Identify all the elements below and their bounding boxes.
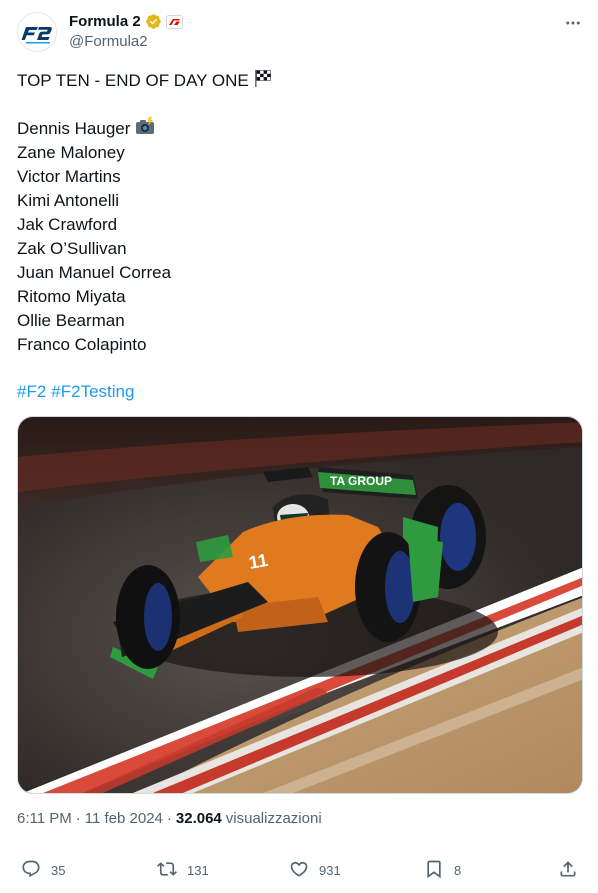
meta-separator: · <box>75 810 81 827</box>
bookmark-icon <box>424 859 444 882</box>
like-button[interactable]: 931 <box>289 852 341 888</box>
driver-name: Ritomo Miyata <box>17 287 126 306</box>
hashtags: #F2 #F2Testing <box>17 380 134 404</box>
author-name-row: Formula 2 <box>69 13 183 30</box>
tweet-heading-line: TOP TEN - END OF DAY ONE <box>17 69 577 93</box>
verified-badge-icon[interactable] <box>145 13 162 30</box>
driver-item: Jak Crawford <box>17 213 577 237</box>
rear-wing-sponsor-text: TA GROUP <box>330 474 392 488</box>
action-bar: 35 131 931 8 <box>0 852 598 888</box>
race-car-photo: TA GROUP 11 <box>18 417 582 793</box>
car-number: 11 <box>247 550 269 573</box>
repost-button[interactable]: 131 <box>157 852 209 888</box>
driver-name: Zak O’Sullivan <box>17 239 127 258</box>
bookmark-count: 8 <box>454 862 462 878</box>
driver-name: Zane Maloney <box>17 143 125 162</box>
share-button[interactable] <box>558 852 578 888</box>
driver-name: Dennis Hauger <box>17 119 131 138</box>
driver-item: Kimi Antonelli <box>17 189 577 213</box>
tweet-meta: 6:11 PM · 11 feb 2024 · 32.064 visualizz… <box>17 810 322 827</box>
repost-count: 131 <box>187 862 209 878</box>
hashtag-link[interactable]: #F2 <box>17 380 46 404</box>
reply-count: 35 <box>51 862 66 878</box>
driver-name: Franco Colapinto <box>17 335 147 354</box>
more-options-icon[interactable] <box>562 12 584 34</box>
driver-name: Juan Manuel Correa <box>17 263 172 282</box>
share-icon <box>558 859 578 882</box>
chequered-flag-icon <box>253 68 273 95</box>
author-handle[interactable]: @Formula2 <box>69 33 148 50</box>
driver-name: Kimi Antonelli <box>17 191 120 210</box>
driver-item: Juan Manuel Correa <box>17 261 577 285</box>
driver-name: Ollie Bearman <box>17 311 125 330</box>
f1-affiliate-badge-icon[interactable] <box>165 14 183 29</box>
driver-item: Zane Maloney <box>17 141 577 165</box>
camera-with-flash-icon <box>134 116 156 143</box>
driver-item: Ritomo Miyata <box>17 285 577 309</box>
driver-item: Victor Martins <box>17 165 577 189</box>
tweet-time[interactable]: 6:11 PM <box>17 810 72 827</box>
author-display-name[interactable]: Formula 2 <box>69 13 141 30</box>
meta-separator: · <box>166 810 172 827</box>
like-count: 931 <box>319 862 341 878</box>
driver-item: Dennis Hauger <box>17 116 577 143</box>
tweet-text: TOP TEN - END OF DAY ONE Dennis Hauger Z… <box>17 69 577 357</box>
avatar[interactable] <box>17 12 57 52</box>
heart-icon <box>289 859 309 882</box>
driver-name: Victor Martins <box>17 167 121 186</box>
tweet-photo[interactable]: TA GROUP 11 <box>17 416 583 794</box>
tweet-heading: TOP TEN - END OF DAY ONE <box>17 71 249 90</box>
hashtag-link[interactable]: #F2Testing <box>51 380 134 404</box>
tweet-card: Formula 2 @Formula2 TOP TEN - END OF DAY… <box>0 0 598 893</box>
views-label: visualizzazioni <box>225 810 322 827</box>
tweet-date[interactable]: 11 feb 2024 <box>85 810 163 827</box>
reply-icon <box>21 859 41 882</box>
repost-icon <box>157 859 177 882</box>
driver-name: Jak Crawford <box>17 215 118 234</box>
reply-button[interactable]: 35 <box>21 852 65 888</box>
driver-item: Ollie Bearman <box>17 309 577 333</box>
f2-logo-icon <box>18 13 56 51</box>
bookmark-button[interactable]: 8 <box>424 852 461 888</box>
driver-item: Zak O’Sullivan <box>17 237 577 261</box>
driver-item: Franco Colapinto <box>17 333 577 357</box>
views-count: 32.064 <box>175 810 222 827</box>
